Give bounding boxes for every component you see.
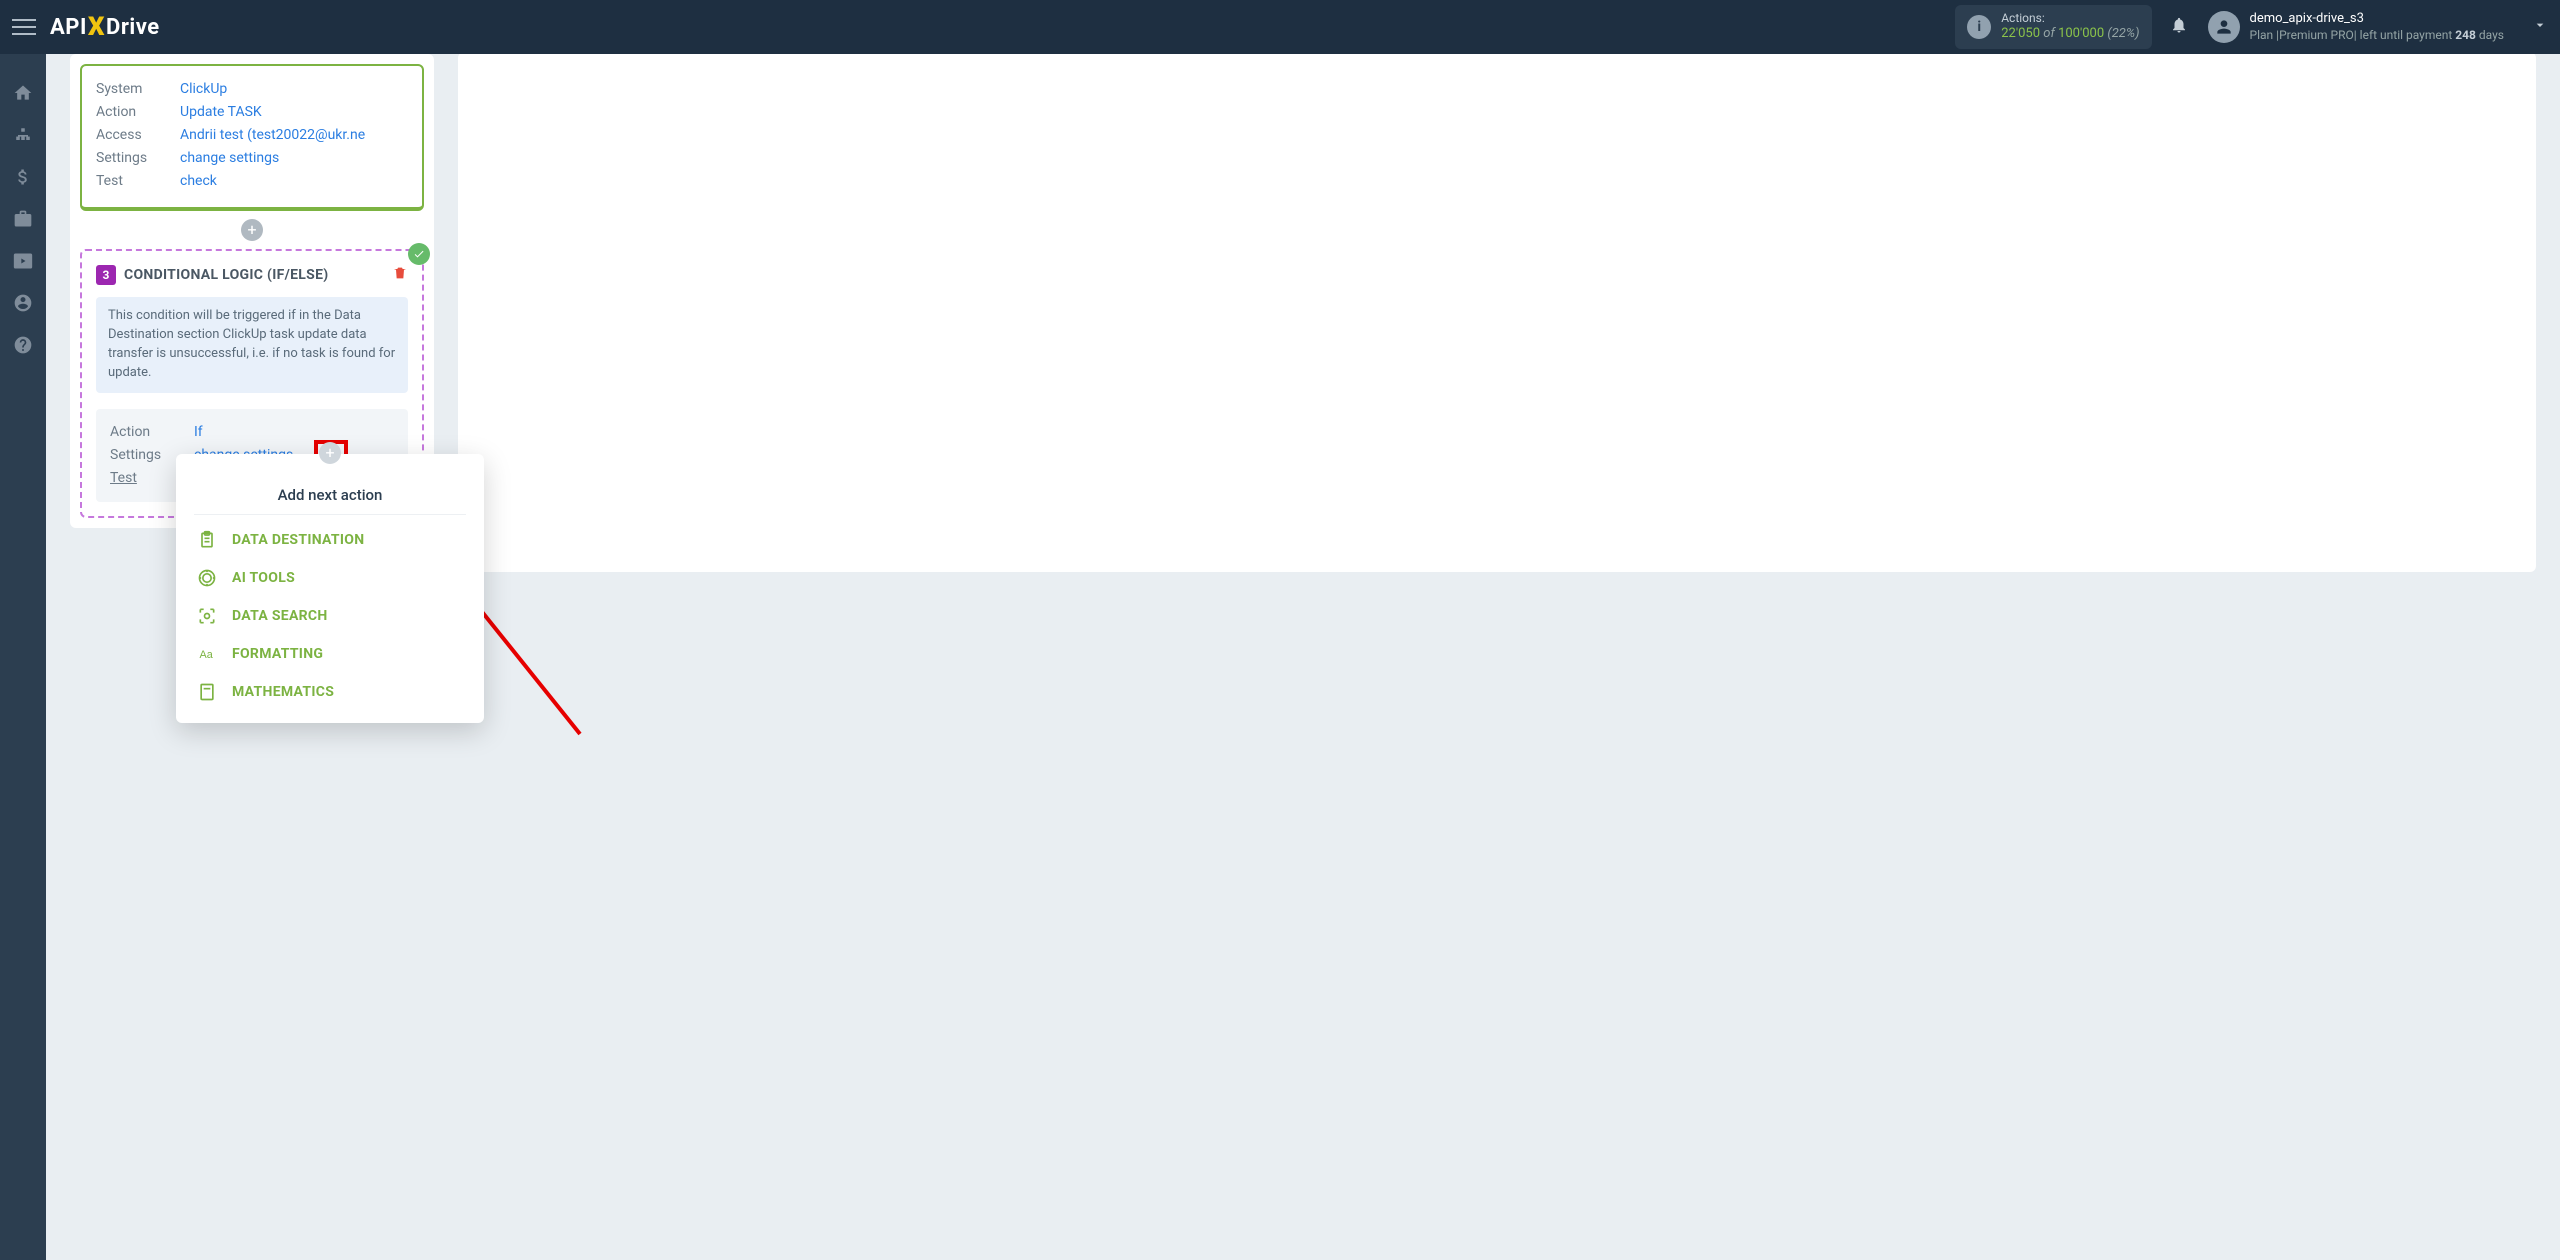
step-number: 3 [96, 265, 116, 285]
clipboard-icon [196, 530, 218, 550]
plan-line: Plan |Premium PRO| left until payment 24… [2250, 28, 2504, 44]
kv-value[interactable]: Update TASK [180, 101, 262, 124]
app-header: APIXDrive i Actions: 22'050 of 100'000 (… [0, 0, 2560, 54]
nav-video-icon[interactable] [0, 240, 46, 282]
kv-row: ActionIf [110, 421, 394, 444]
kv-key: Action [96, 101, 180, 124]
actions-label: Actions: [2001, 11, 2139, 27]
svg-text:Aa: Aa [200, 649, 214, 661]
popup-item-data-search[interactable]: DATA SEARCH [176, 597, 484, 635]
kv-row: AccessAndrii test (test20022@ukr.ne [96, 124, 408, 147]
logo-text-2: Drive [106, 15, 160, 40]
side-nav [0, 54, 46, 1260]
avatar-icon [2208, 11, 2240, 43]
cond-title: CONDITIONAL LOGIC (IF/ELSE) [124, 267, 384, 283]
actions-total: 100'000 [2058, 26, 2104, 41]
nav-briefcase-icon[interactable] [0, 198, 46, 240]
check-icon [408, 243, 430, 265]
calc-icon [196, 682, 218, 702]
destination-block: SystemClickUpActionUpdate TASKAccessAndr… [80, 64, 424, 211]
notifications-bell-icon[interactable] [2170, 16, 2188, 39]
actions-counter[interactable]: i Actions: 22'050 of 100'000 (22%) [1955, 5, 2151, 49]
add-step-anchor-button[interactable]: + [319, 442, 341, 464]
kv-value[interactable]: Andrii test (test20022@ukr.ne [180, 124, 365, 147]
nav-account-icon[interactable] [0, 282, 46, 324]
popup-item-label: DATA SEARCH [232, 608, 328, 624]
kv-row: ActionUpdate TASK [96, 101, 408, 124]
actions-pct: (22%) [2107, 26, 2139, 41]
popup-item-ai-tools[interactable]: AI TOOLS [176, 559, 484, 597]
popup-item-label: AI TOOLS [232, 570, 295, 586]
popup-item-mathematics[interactable]: MATHEMATICS [176, 673, 484, 711]
nav-help-icon[interactable] [0, 324, 46, 366]
nav-dollar-icon[interactable] [0, 156, 46, 198]
add-step-button[interactable]: + [241, 219, 263, 241]
detail-panel [458, 54, 2536, 572]
cond-description: This condition will be triggered if in t… [96, 297, 408, 392]
logo[interactable]: APIXDrive [50, 12, 160, 42]
logo-text-1: API [50, 15, 87, 40]
kv-row: SystemClickUp [96, 78, 408, 101]
kv-row: Testcheck [96, 170, 408, 193]
kv-key: Action [110, 421, 194, 444]
kv-key: System [96, 78, 180, 101]
kv-key: Settings [96, 147, 180, 170]
actions-used: 22'050 [2001, 26, 2040, 41]
chevron-down-icon[interactable] [2532, 17, 2548, 37]
nav-sitemap-icon[interactable] [0, 114, 46, 156]
kv-value[interactable]: ClickUp [180, 78, 227, 101]
kv-value[interactable]: If [194, 421, 203, 444]
user-menu[interactable]: demo_apix-drive_s3 Plan |Premium PRO| le… [2208, 11, 2548, 43]
actions-of: of [2043, 26, 2055, 41]
info-icon: i [1967, 15, 1991, 39]
brain-icon [196, 568, 218, 588]
focus-icon [196, 606, 218, 626]
nav-home-icon[interactable] [0, 72, 46, 114]
aa-icon: Aa [196, 644, 218, 664]
popup-title: Add next action [176, 486, 484, 504]
popup-item-formatting[interactable]: Aa FORMATTING [176, 635, 484, 673]
logo-x-icon: X [88, 12, 105, 42]
username: demo_apix-drive_s3 [2250, 11, 2504, 28]
popup-item-label: MATHEMATICS [232, 684, 334, 700]
add-action-popup: + Add next action DATA DESTINATIONAI TOO… [176, 454, 484, 723]
popup-item-label: DATA DESTINATION [232, 532, 364, 548]
kv-key: Test [96, 170, 180, 193]
popup-item-data-destination[interactable]: DATA DESTINATION [176, 521, 484, 559]
kv-key: Access [96, 124, 180, 147]
kv-value[interactable]: change settings [180, 147, 279, 170]
hamburger-menu-icon[interactable] [12, 17, 36, 37]
kv-value[interactable]: check [180, 170, 217, 193]
delete-icon[interactable] [392, 265, 408, 285]
kv-row: Settingschange settings [96, 147, 408, 170]
popup-item-label: FORMATTING [232, 646, 323, 662]
